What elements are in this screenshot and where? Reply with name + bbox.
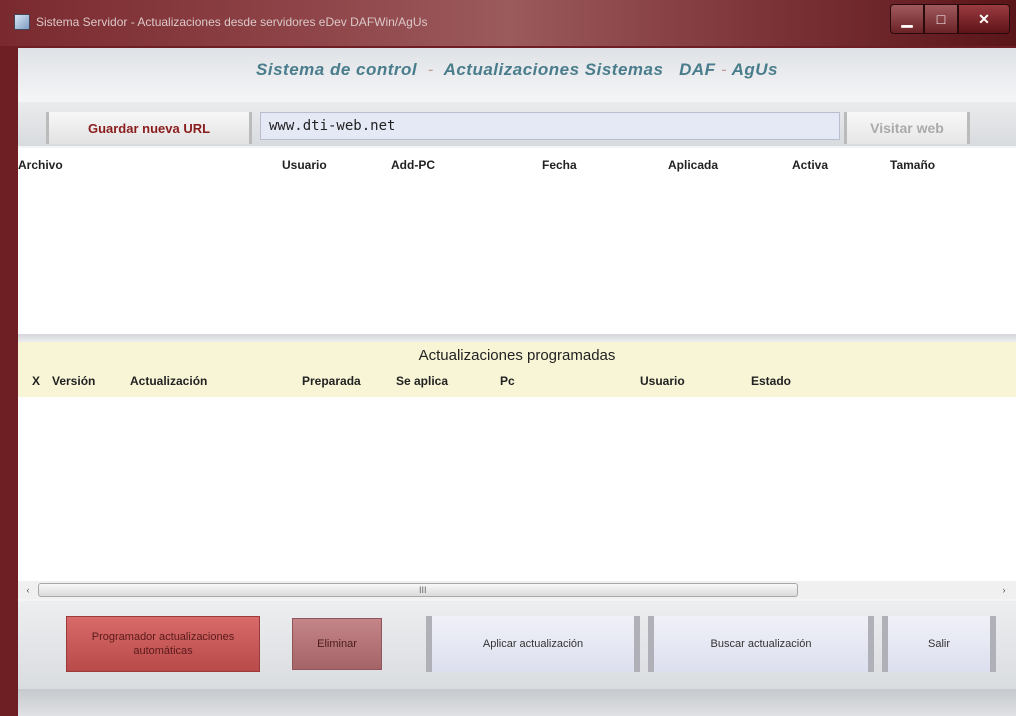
col-archivo[interactable]: Archivo <box>18 158 63 172</box>
scroll-thumb[interactable]: III <box>38 583 798 597</box>
close-button[interactable]: ✕ <box>958 4 1010 34</box>
action-bar: Programador actualizaciones automáticas … <box>18 601 1016 716</box>
col-estado[interactable]: Estado <box>751 374 791 388</box>
visit-web-button[interactable]: Visitar web <box>844 112 970 144</box>
scroll-left-icon[interactable]: ‹ <box>20 581 36 599</box>
col-usuario-2[interactable]: Usuario <box>640 374 685 388</box>
title-bar[interactable]: Sistema Servidor - Actualizaciones desde… <box>0 0 1016 46</box>
window-title: Sistema Servidor - Actualizaciones desde… <box>36 15 428 29</box>
app-window: Sistema Servidor - Actualizaciones desde… <box>0 0 1016 716</box>
app-icon <box>14 14 30 30</box>
scheduled-table[interactable] <box>18 397 1016 581</box>
header-bar: Sistema de control - Actualizaciones Sis… <box>18 48 1016 98</box>
client-area: Sistema de control - Actualizaciones Sis… <box>18 48 1016 716</box>
col-fecha[interactable]: Fecha <box>542 158 577 172</box>
close-icon: ✕ <box>978 10 990 27</box>
col-pc[interactable]: Pc <box>500 374 515 388</box>
col-preparada[interactable]: Preparada <box>302 374 361 388</box>
page-title: Sistema de control - Actualizaciones Sis… <box>18 60 1016 80</box>
grip-icon: III <box>419 585 427 595</box>
scheduled-title: Actualizaciones programadas <box>418 347 616 364</box>
scheduler-button[interactable]: Programador actualizaciones automáticas <box>66 616 260 672</box>
url-toolbar: Guardar nueva URL Visitar web <box>18 102 1016 146</box>
splitter[interactable] <box>18 334 1016 342</box>
title-part-control: Sistema de control <box>256 60 418 79</box>
minimize-icon: ▁ <box>901 10 913 27</box>
minimize-button[interactable]: ▁ <box>890 4 924 34</box>
horizontal-scrollbar[interactable]: ‹ III › <box>18 581 1016 599</box>
title-part-updates: Actualizaciones Sistemas <box>443 60 664 79</box>
files-table[interactable]: Archivo Usuario Add-PC Fecha Aplicada Ac… <box>18 148 1016 334</box>
col-se-aplica[interactable]: Se aplica <box>396 374 448 388</box>
col-tamano[interactable]: Tamaño <box>890 158 935 172</box>
apply-update-button[interactable]: Aplicar actualización <box>426 616 640 672</box>
save-url-button[interactable]: Guardar nueva URL <box>46 112 252 144</box>
delete-button[interactable]: Eliminar <box>292 618 382 670</box>
col-aplicada[interactable]: Aplicada <box>668 158 718 172</box>
scheduled-header: Actualizaciones programadas X Versión Ac… <box>18 342 1016 397</box>
exit-button[interactable]: Salir <box>882 616 996 672</box>
col-x[interactable]: X <box>32 374 40 388</box>
col-activa[interactable]: Activa <box>792 158 828 172</box>
maximize-button[interactable]: □ <box>924 4 958 34</box>
col-version[interactable]: Versión <box>52 374 95 388</box>
search-update-button[interactable]: Buscar actualización <box>648 616 874 672</box>
scroll-right-icon[interactable]: › <box>996 581 1012 599</box>
title-part-daf: DAF <box>679 60 716 79</box>
status-bar <box>18 689 1016 716</box>
title-separator-2: - <box>720 60 727 79</box>
col-add-pc[interactable]: Add-PC <box>391 158 435 172</box>
title-separator: - <box>427 60 434 79</box>
title-part-agus: AgUs <box>731 60 778 79</box>
url-input[interactable] <box>260 112 840 140</box>
col-usuario[interactable]: Usuario <box>282 158 327 172</box>
maximize-icon: □ <box>936 11 946 27</box>
col-actualizacion[interactable]: Actualización <box>130 374 207 388</box>
